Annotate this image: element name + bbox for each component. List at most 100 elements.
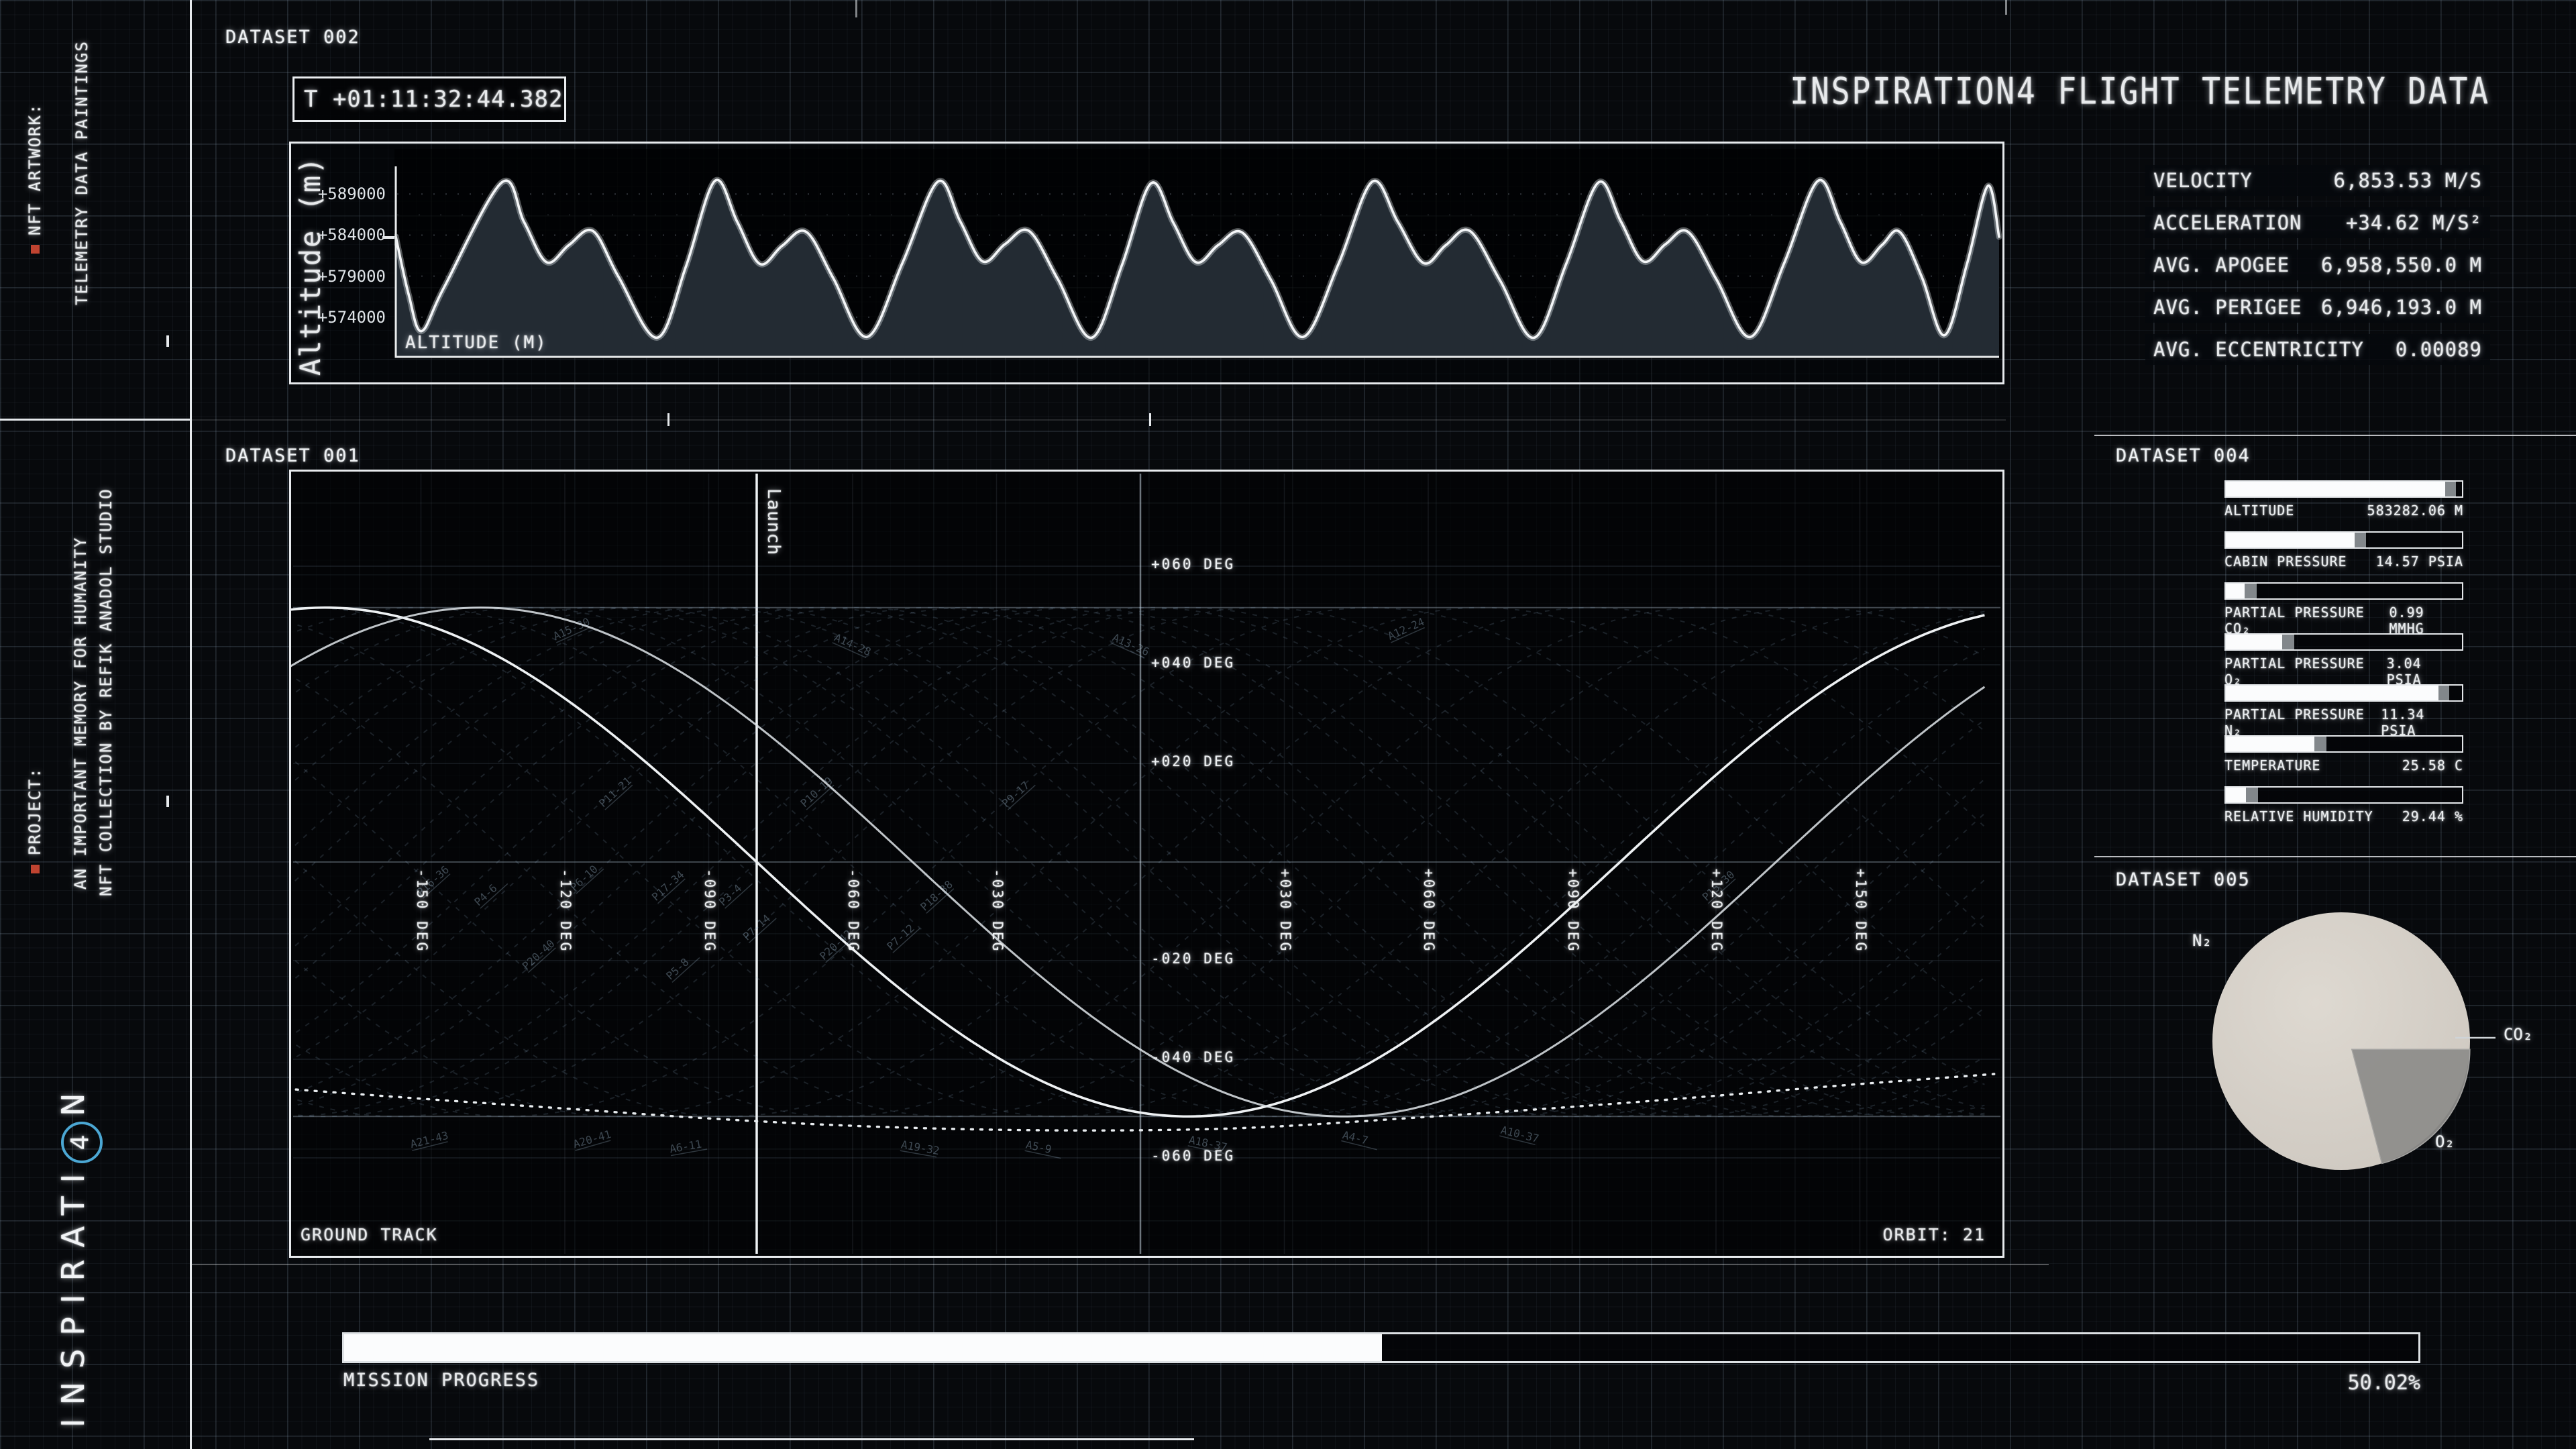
stat-row: AVG. PERIGEE 6,946,193.0 M <box>2145 292 2490 323</box>
gauge-value: 11.34 PSIA <box>2381 706 2463 739</box>
gauge-bar <box>2224 684 2463 702</box>
gauge-value: 0.99 MMHG <box>2390 604 2463 637</box>
gauge-bar <box>2224 480 2463 498</box>
gauge-fill-tip <box>2438 686 2449 700</box>
red-square-bullet-icon <box>31 865 40 873</box>
mission-progress-bar <box>342 1332 2420 1363</box>
gauge-label: PARTIAL PRESSURE CO₂ <box>2224 604 2390 637</box>
latitude-tick-label: +060 DEG <box>1151 556 1235 572</box>
gauge-label-row: PARTIAL PRESSURE CO₂0.99 MMHG <box>2224 604 2463 637</box>
stat-label: AVG. ECCENTRICITY <box>2153 338 2364 361</box>
sidebar-nft-artwork-text: NFT ARTWORK: <box>25 103 44 235</box>
gauge-bar <box>2224 786 2463 804</box>
altitude-y-tick: +589000 <box>288 184 386 203</box>
gauge-label: PARTIAL PRESSURE O₂ <box>2224 655 2387 688</box>
right-column-divider-1 <box>2094 435 2576 436</box>
longitude-tick-label: +150 DEG <box>1853 869 1869 953</box>
gauge-fill-level <box>2226 788 2246 802</box>
gauge-value: 14.57 PSIA <box>2376 553 2463 570</box>
longitude-tick-label: +030 DEG <box>1277 869 1293 953</box>
longitude-tick-label: -030 DEG <box>989 869 1006 953</box>
pie-slice-label: N₂ <box>2192 931 2212 950</box>
top-section-divider-faint <box>191 419 2006 421</box>
life-support-gauges: ALTITUDE583282.06 M CABIN PRESSURE 14.57 P… <box>2224 480 2463 837</box>
stat-value: 0.00089 <box>2396 338 2482 361</box>
gauge-label: PARTIAL PRESSURE N₂ <box>2224 706 2381 739</box>
gauge-fill-tip <box>2246 788 2258 802</box>
mission-progress-fill <box>344 1334 1382 1361</box>
sidebar-project-line1: AN IMPORTANT MEMORY FOR HUMANITY <box>71 537 90 890</box>
gauge-fill-tip <box>2314 737 2326 751</box>
gauge-label-row: CABIN PRESSURE 14.57 PSIA <box>2224 553 2463 570</box>
gauge: PARTIAL PRESSURE CO₂0.99 MMHG <box>2224 582 2463 633</box>
longitude-tick-label: -060 DEG <box>845 869 861 953</box>
stat-label: ACCELERATION <box>2153 211 2302 234</box>
gauge-label-row: ALTITUDE583282.06 M <box>2224 502 2463 519</box>
gauge-value: 29.44 % <box>2402 808 2463 824</box>
gauge-fill-level <box>2226 686 2438 700</box>
ground-track-title: GROUND TRACK <box>301 1225 438 1244</box>
latitude-tick-label: -060 DEG <box>1151 1148 1235 1164</box>
gauge: CABIN PRESSURE 14.57 PSIA <box>2224 531 2463 582</box>
gauge-fill-level <box>2226 482 2445 496</box>
sidebar-tick-bottom <box>166 796 169 807</box>
longitude-tick-label: +120 DEG <box>1709 869 1725 953</box>
gauge-value: 3.04 PSIA <box>2387 655 2463 688</box>
longitude-tick-label: -090 DEG <box>702 869 718 953</box>
gauge-value: 25.58 C <box>2402 757 2463 773</box>
stat-value: 6,958,550.0 M <box>2321 254 2482 276</box>
longitude-tick-label: +090 DEG <box>1565 869 1581 953</box>
sidebar-tick-top <box>166 335 169 347</box>
stat-row: ACCELERATION +34.62 M/S² <box>2145 207 2490 238</box>
telemetry-dashboard: NFT ARTWORK: TELEMETRY DATA PAINTINGS PR… <box>0 0 2576 1449</box>
stats-panel: VELOCITY6,853.53 M/SACCELERATION+34.62 M… <box>2145 165 2490 365</box>
dataset-001-header: DATASET 001 <box>225 445 360 466</box>
red-square-bullet-icon <box>31 245 40 254</box>
gauge-fill-level <box>2226 635 2282 649</box>
pie-slice-label: CO₂ <box>2504 1025 2532 1044</box>
ground-track-chart: A15-30A14-28A13-26A12-24P11-21P10-19P9-1… <box>291 472 2002 1256</box>
gauge-label-row: RELATIVE HUMIDITY 29.44 % <box>2224 808 2463 824</box>
gas-composition-pie-chart <box>2180 885 2529 1208</box>
gauge-bar <box>2224 582 2463 600</box>
longitude-tick-label: -120 DEG <box>557 869 574 953</box>
gauge-fill-tip <box>2445 482 2456 496</box>
gauge: RELATIVE HUMIDITY 29.44 % <box>2224 786 2463 837</box>
logo-text-pre: INSPIRATI <box>55 1161 91 1428</box>
gauge: TEMPERATURE25.58 C <box>2224 735 2463 786</box>
gauge-bar <box>2224 531 2463 549</box>
stat-value: 6,853.53 M/S <box>2333 169 2482 192</box>
stat-value: +34.62 M/S² <box>2346 211 2482 234</box>
latitude-tick-label: +040 DEG <box>1151 655 1235 671</box>
latitude-tick-label: +020 DEG <box>1151 753 1235 769</box>
longitude-tick-label: +060 DEG <box>1421 869 1437 953</box>
mission-progress-label: MISSION PROGRESS <box>343 1370 539 1391</box>
stat-label: AVG. PERIGEE <box>2153 296 2302 319</box>
ground-panel-underline <box>191 1264 2049 1265</box>
sidebar-project-text: PROJECT: <box>25 767 44 855</box>
gauge-label: RELATIVE HUMIDITY <box>2224 808 2373 824</box>
orbit-counter: ORBIT: 21 <box>1883 1225 1986 1244</box>
latitude-tick-label: -020 DEG <box>1151 951 1235 967</box>
pie-slice-label: O₂ <box>2435 1132 2455 1151</box>
gauge-fill-tip <box>2355 533 2367 547</box>
stat-row: AVG. ECCENTRICITY 0.00089 <box>2145 334 2490 365</box>
mission-clock: T +01:11:32:44.382 <box>292 76 566 122</box>
sidebar-nft-artwork-label: NFT ARTWORK: <box>25 103 44 254</box>
logo-circled-4-icon: 4 <box>61 1122 103 1163</box>
gauge-label: ALTITUDE <box>2224 502 2294 519</box>
gauge-label-row: TEMPERATURE25.58 C <box>2224 757 2463 773</box>
inspiration4-logo: INSPIRATI4N <box>55 1079 103 1428</box>
altitude-y-tick: +574000 <box>288 308 386 327</box>
gauge-fill-tip <box>2245 584 2257 598</box>
sidebar-divider-line <box>190 0 192 1449</box>
top-edge-tick-2 <box>2005 0 2007 15</box>
latitude-tick-label: -040 DEG <box>1151 1049 1235 1065</box>
sidebar-nft-artwork-value: TELEMETRY DATA PAINTINGS <box>72 40 91 305</box>
sidebar-project-line2: NFT COLLECTION BY REFIK ANADOL STUDIO <box>97 488 115 896</box>
sidebar-project-label: PROJECT: <box>25 767 44 873</box>
launch-marker-label: Launch <box>763 488 784 555</box>
gauge-label: CABIN PRESSURE <box>2224 553 2347 570</box>
stat-value: 6,946,193.0 M <box>2321 296 2482 319</box>
dataset-004-header: DATASET 004 <box>2116 445 2251 466</box>
